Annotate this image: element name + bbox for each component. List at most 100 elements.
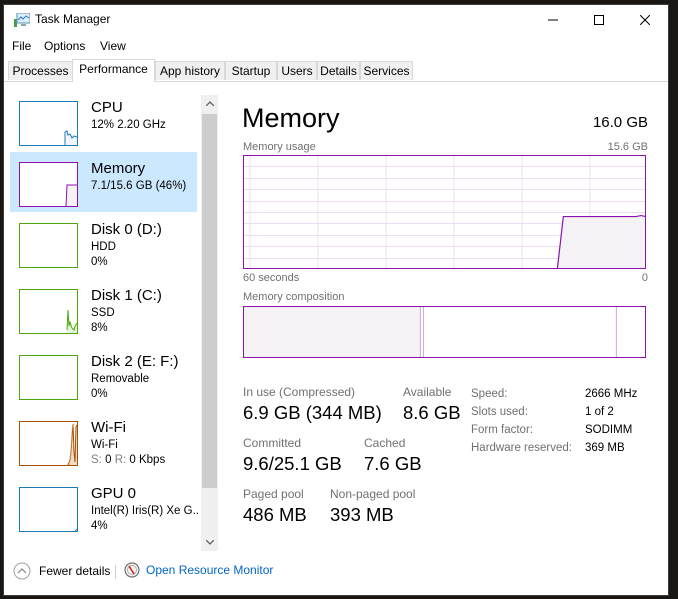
sidebar-item-detail: S: 0 R: 0 Kbps xyxy=(91,454,165,466)
memory-mini-chart xyxy=(65,184,77,206)
maximize-button[interactable] xyxy=(576,5,622,35)
wifi-mini-chart xyxy=(67,423,77,465)
maximize-icon xyxy=(594,15,604,25)
fewer-details-label: Fewer details xyxy=(39,564,111,578)
cached-label: Cached xyxy=(364,436,406,450)
sidebar-item-gpu-0[interactable]: GPU 0 Intel(R) Iris(R) Xe G... 4% xyxy=(10,477,200,537)
close-button[interactable] xyxy=(622,5,668,35)
menu-options[interactable]: Options xyxy=(44,39,85,53)
sidebar-item-disk-2[interactable]: Disk 2 (E: F:) Removable 0% xyxy=(10,345,197,405)
memory-composition-label: Memory composition xyxy=(243,291,345,303)
gpu-thumbnail-graph xyxy=(19,487,78,532)
minimize-button[interactable] xyxy=(530,5,576,35)
send-value: 0 xyxy=(105,454,112,466)
chevron-up-icon xyxy=(205,101,214,106)
time-axis-start: 60 seconds xyxy=(243,272,300,284)
close-icon xyxy=(640,15,650,25)
wifi-thumbnail-graph xyxy=(19,421,78,466)
cpu-mini-chart xyxy=(64,130,77,145)
tab-startup[interactable]: Startup xyxy=(225,61,277,80)
menu-file[interactable]: File xyxy=(12,39,31,53)
gpu-mini-chart xyxy=(74,528,77,531)
tab-details[interactable]: Details xyxy=(317,61,360,80)
spec-value: 1 of 2 xyxy=(585,406,614,418)
tab-services[interactable]: Services xyxy=(360,61,413,80)
scrollbar-thumb[interactable] xyxy=(202,114,217,488)
committed-label: Committed xyxy=(243,436,302,450)
receive-value: 0 Kbps xyxy=(129,454,166,466)
fewer-details-button[interactable]: Fewer details xyxy=(13,562,110,580)
chevron-down-icon xyxy=(205,540,214,545)
sidebar-item-type: HDD xyxy=(91,241,116,253)
sidebar-item-title: Disk 2 (E: F:) xyxy=(91,353,179,370)
disk1-thumbnail-graph xyxy=(19,289,78,334)
spec-label: Hardware reserved: xyxy=(471,442,572,454)
time-axis-end: 0 xyxy=(641,272,648,284)
sidebar-item-title: Disk 1 (C:) xyxy=(91,287,162,304)
memory-usage-label: Memory usage xyxy=(243,141,316,153)
tab-processes[interactable]: Processes xyxy=(8,61,73,80)
spec-row-hardware-reserved: Hardware reserved: 369 MB xyxy=(471,439,637,457)
spec-label: Slots used: xyxy=(471,406,528,418)
disk0-thumbnail-graph xyxy=(19,223,78,268)
sidebar-item-type: Removable xyxy=(91,373,150,385)
sidebar-item-title: Memory xyxy=(91,160,146,177)
footer: Fewer details Open Resource Monitor xyxy=(4,559,668,595)
non-paged-pool-value: 393 MB xyxy=(330,504,394,525)
in-use-value: 6.9 GB (344 MB) xyxy=(243,402,382,423)
sidebar-item-cpu[interactable]: CPU 12% 2.20 GHz xyxy=(10,91,197,151)
open-resource-monitor-link[interactable]: Open Resource Monitor xyxy=(124,562,273,578)
sidebar-item-detail: 7.1/15.6 GB (46%) xyxy=(91,180,187,192)
minimize-icon xyxy=(548,19,558,21)
disk1-mini-chart xyxy=(66,309,77,333)
memory-usage-graph xyxy=(243,155,646,270)
spec-row-slots: Slots used: 1 of 2 xyxy=(471,403,637,421)
total-memory: 16.0 GB xyxy=(592,114,648,131)
send-label: S: xyxy=(91,454,102,466)
sidebar-item-wifi[interactable]: Wi-Fi Wi-Fi S: 0 R: 0 Kbps xyxy=(10,411,197,471)
sidebar-item-memory[interactable]: Memory 7.1/15.6 GB (46%) xyxy=(10,152,197,212)
sidebar-item-detail: 12% 2.20 GHz xyxy=(91,119,166,131)
receive-label: R: xyxy=(114,454,127,466)
tab-app-history[interactable]: App history xyxy=(155,61,225,80)
in-use-label: In use (Compressed) xyxy=(243,385,356,399)
spec-label: Speed: xyxy=(471,388,508,400)
task-manager-window: Task Manager File Options View Processes… xyxy=(3,4,669,596)
sidebar-item-title: Disk 0 (D:) xyxy=(91,221,162,238)
sidebar-item-type: Intel(R) Iris(R) Xe G... xyxy=(91,505,200,517)
paged-pool-label: Paged pool xyxy=(243,487,304,501)
scroll-up-button[interactable] xyxy=(201,95,218,112)
paged-pool-value: 486 MB xyxy=(243,504,307,525)
spec-row-form-factor: Form factor: SODIMM xyxy=(471,421,637,439)
cached-value: 7.6 GB xyxy=(364,453,422,474)
menu-view[interactable]: View xyxy=(100,39,126,53)
composition-in-use xyxy=(244,307,421,357)
sidebar-item-disk-1[interactable]: Disk 1 (C:) SSD 8% xyxy=(10,279,197,339)
scroll-down-button[interactable] xyxy=(201,534,218,551)
tab-performance[interactable]: Performance xyxy=(72,59,155,82)
menu-bar: File Options View xyxy=(4,37,668,57)
sidebar-item-detail: 4% xyxy=(91,520,108,532)
memory-thumbnail-graph xyxy=(19,162,78,207)
sidebar-item-detail: 0% xyxy=(91,388,108,400)
tab-bar: Processes Performance App history Startu… xyxy=(4,59,668,82)
non-paged-pool-label: Non-paged pool xyxy=(330,487,416,501)
sidebar-item-disk-0[interactable]: Disk 0 (D:) HDD 0% xyxy=(10,213,197,273)
spec-value: SODIMM xyxy=(585,424,633,436)
memory-usage-max: 15.6 GB xyxy=(607,141,648,153)
spec-value: 369 MB xyxy=(585,442,625,454)
committed-value: 9.6/25.1 GB xyxy=(243,453,342,474)
sidebar-item-type: Wi-Fi xyxy=(91,439,118,451)
window-title: Task Manager xyxy=(35,12,111,26)
sidebar-item-title: Wi-Fi xyxy=(91,419,126,436)
memory-composition-bar xyxy=(243,306,646,358)
tab-users[interactable]: Users xyxy=(277,61,317,80)
available-label: Available xyxy=(403,385,452,399)
page-title: Memory xyxy=(242,103,340,133)
spec-value: 2666 MHz xyxy=(585,388,638,400)
spec-label: Form factor: xyxy=(471,424,533,436)
sidebar-scrollbar[interactable] xyxy=(201,95,218,551)
available-value: 8.6 GB xyxy=(403,402,461,423)
resource-monitor-icon xyxy=(124,562,140,578)
sidebar-item-type: SSD xyxy=(91,307,115,319)
